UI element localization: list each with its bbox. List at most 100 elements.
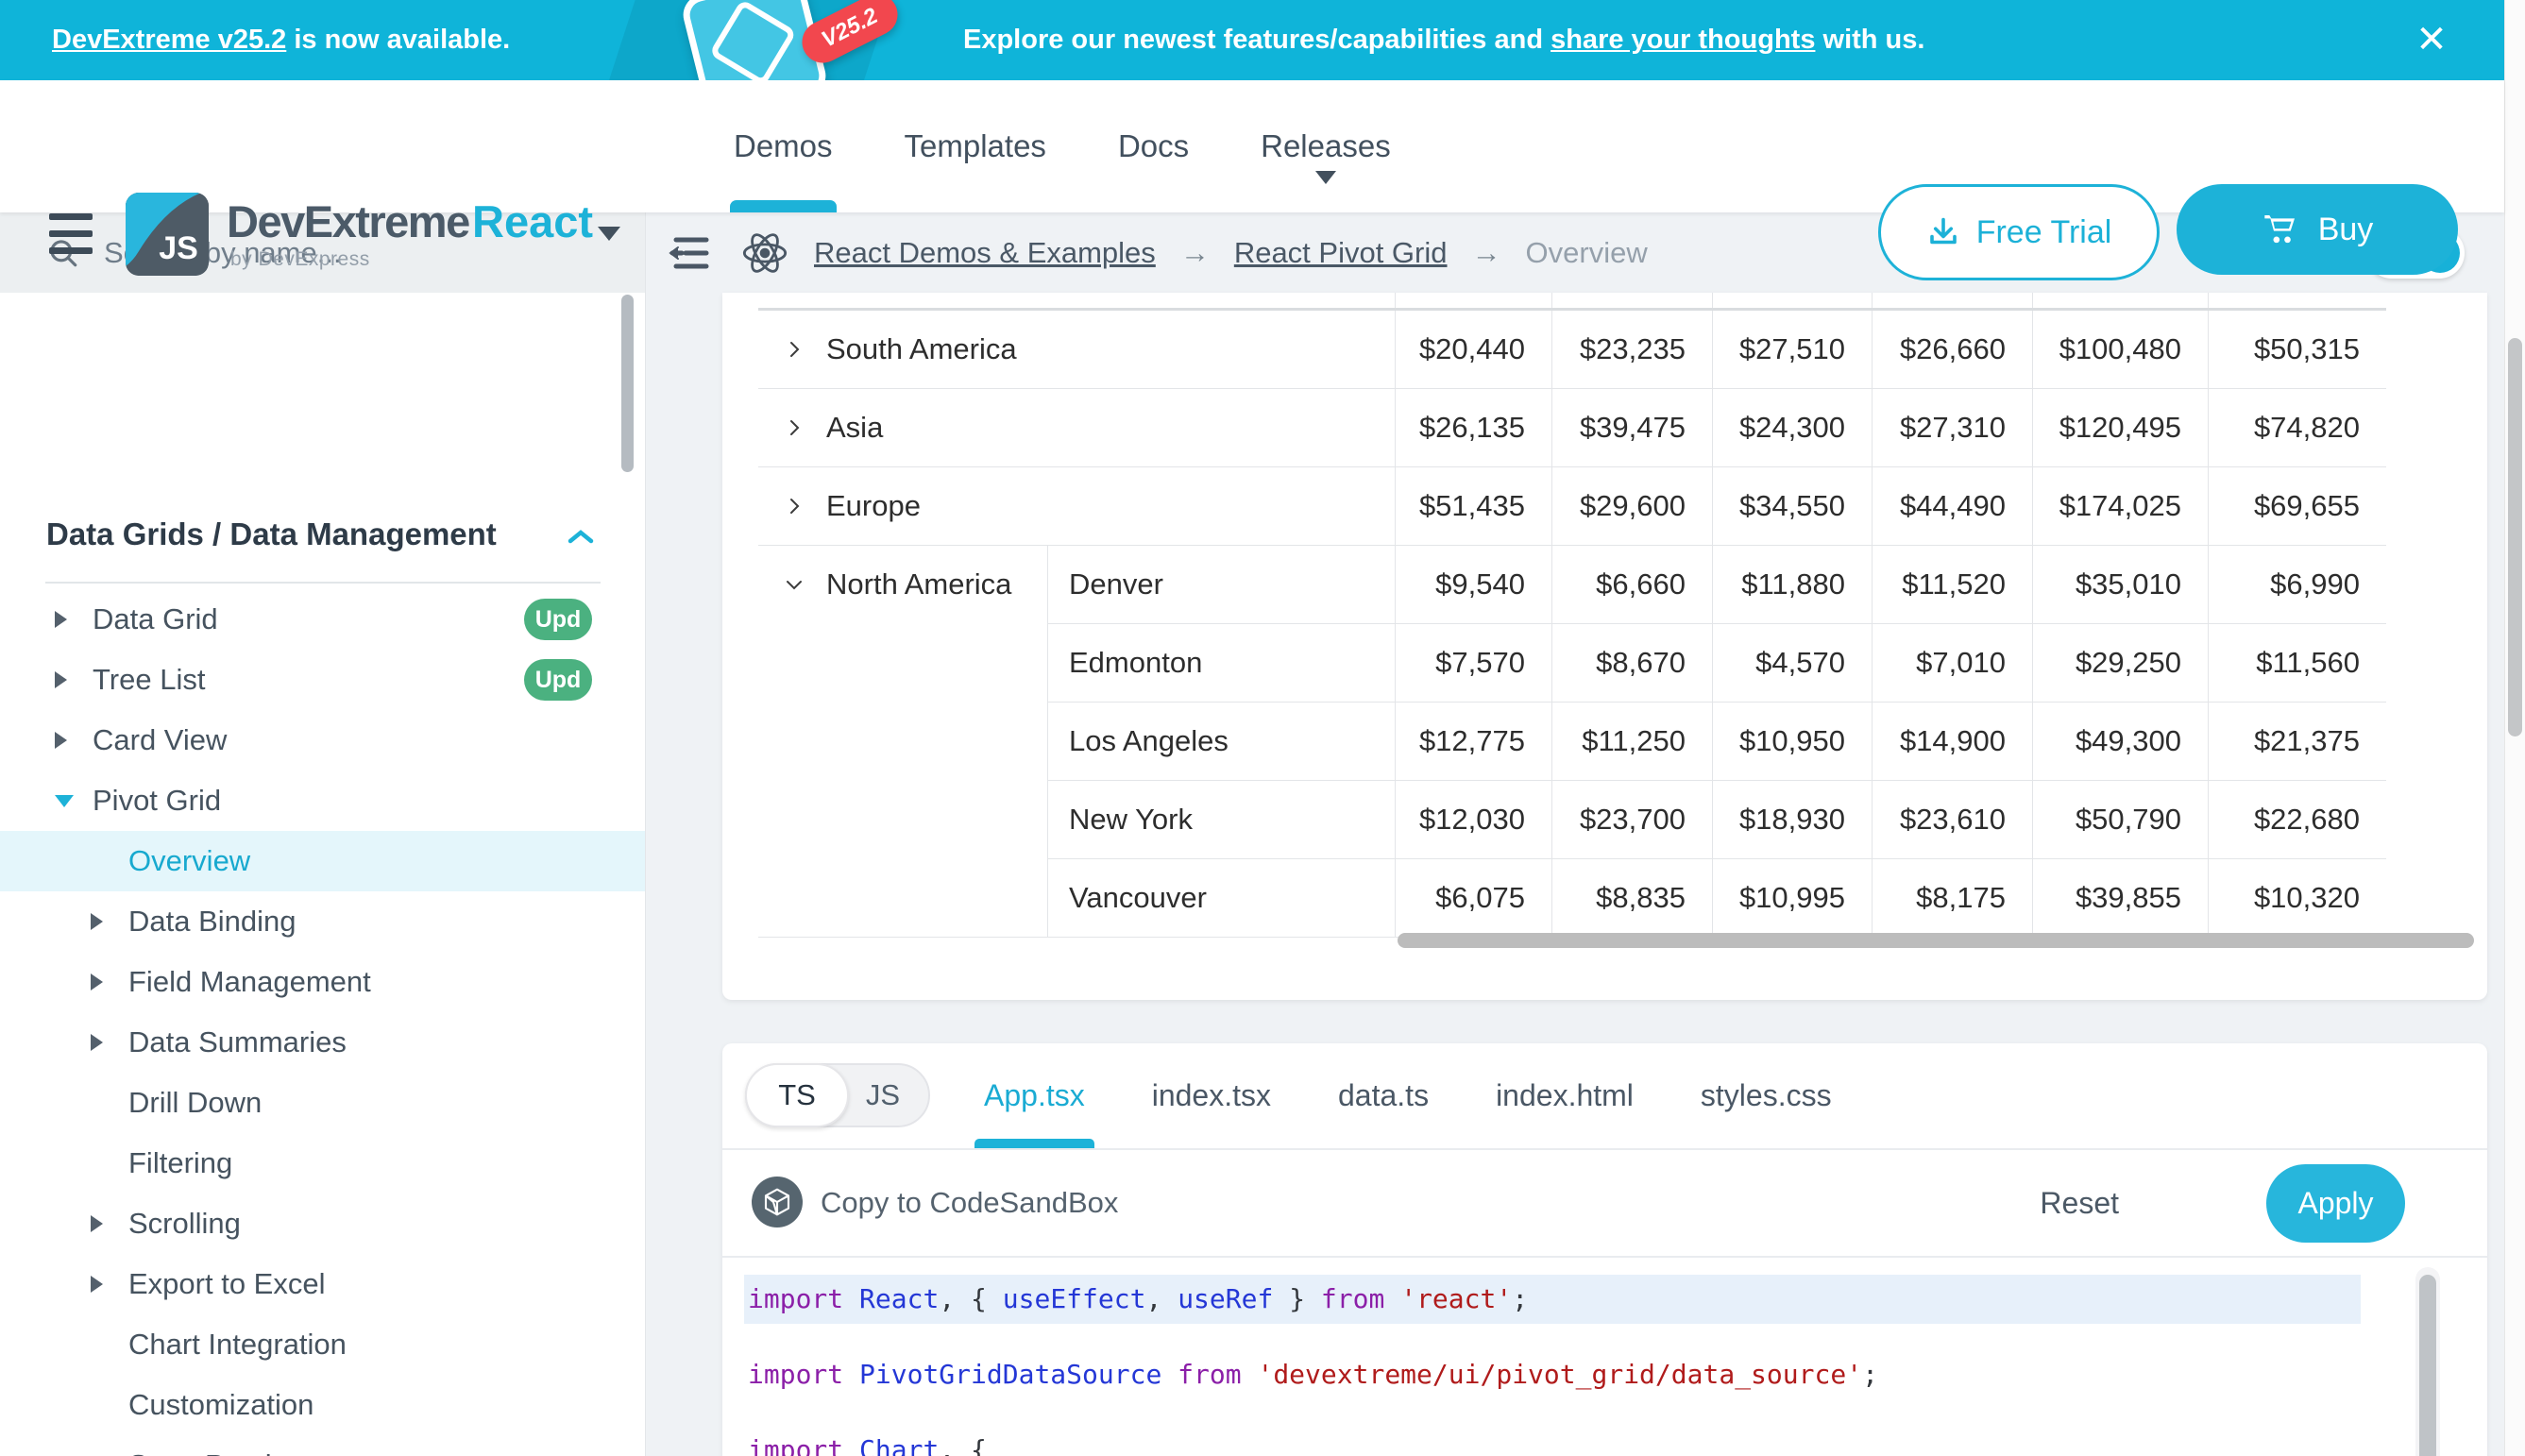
sidebar-scrollbar[interactable] <box>621 295 634 472</box>
triangle-right-icon[interactable] <box>55 732 67 749</box>
sidebar-item-data-binding[interactable]: Data Binding <box>0 891 645 952</box>
tab-index-tsx[interactable]: index.tsx <box>1152 1043 1271 1148</box>
sidebar-item-state-persistence[interactable]: State Persistence <box>0 1435 645 1456</box>
main-content: React Demos & Examples → React Pivot Gri… <box>646 212 2504 1456</box>
triangle-down-icon[interactable] <box>55 795 74 807</box>
tab-index-html[interactable]: index.html <box>1496 1043 1634 1148</box>
brand-name[interactable]: DevExtreme <box>227 195 469 247</box>
sidebar-item-label: Data Summaries <box>128 1025 347 1059</box>
sidebar-item-scrolling[interactable]: Scrolling <box>0 1194 645 1254</box>
code-toolbar: Copy to CodeSandBox Reset Apply <box>722 1150 2487 1258</box>
pivot-row-asia[interactable]: Asia$26,135$39,475$24,300$27,310$120,495… <box>758 389 2386 467</box>
platform-selector[interactable]: React <box>472 195 593 247</box>
tab-App-tsx[interactable]: App.tsx <box>984 1043 1085 1148</box>
pivot-value-cell: $11,520 <box>1872 546 2032 623</box>
chevron-down-icon[interactable] <box>598 227 620 241</box>
free-trial-button[interactable]: Free Trial <box>1878 184 2160 280</box>
language-toggle[interactable]: TS JS <box>745 1063 930 1127</box>
codesandbox-icon[interactable] <box>752 1177 803 1227</box>
pivot-value-cell: $4,570 <box>1712 624 1872 702</box>
pivot-grid-table: South America$20,440$23,235$27,510$26,66… <box>758 293 2386 938</box>
banner-release-text: DevExtreme v25.2 is now available. <box>52 0 510 80</box>
tab-styles-css[interactable]: styles.css <box>1701 1043 1832 1148</box>
banner-message: Explore our newest features/capabilities… <box>963 0 1924 80</box>
code-editor[interactable]: import React, { useEffect, useRef } from… <box>722 1258 2487 1456</box>
pivot-row-expand[interactable]: Asia <box>758 389 1395 466</box>
nav-item-templates[interactable]: Templates <box>905 80 1046 212</box>
sidebar-item-card-view[interactable]: Card View <box>0 710 645 770</box>
pivot-value-cell: $26,660 <box>1872 311 2032 388</box>
sidebar-item-data-grid[interactable]: Data GridUpd <box>0 589 645 650</box>
sidebar-item-drill-down[interactable]: Drill Down <box>0 1073 645 1133</box>
pivot-row-label: Europe <box>826 489 921 523</box>
pivot-row-denver[interactable]: Denver$9,540$6,660$11,880$11,520$35,010$… <box>1048 546 2386 624</box>
code-line: import Chart, { <box>744 1426 2361 1456</box>
ts-option[interactable]: TS <box>745 1063 849 1127</box>
chevron-right-icon[interactable] <box>783 338 805 361</box>
sidebar-item-customization[interactable]: Customization <box>0 1375 645 1435</box>
triangle-right-icon[interactable] <box>55 611 67 628</box>
pivot-value-cell: $174,025 <box>2032 467 2208 545</box>
updated-badge: Upd <box>524 599 592 640</box>
pivot-row-south-america[interactable]: South America$20,440$23,235$27,510$26,66… <box>758 311 2386 389</box>
sidebar-item-label: Filtering <box>128 1146 232 1180</box>
nav-item-demos[interactable]: Demos <box>734 80 833 212</box>
pivot-value-cell: $7,570 <box>1395 624 1551 702</box>
release-link[interactable]: DevExtreme v25.2 <box>52 25 286 55</box>
nav-item-releases[interactable]: Releases <box>1261 80 1391 212</box>
sidebar-item-filtering[interactable]: Filtering <box>0 1133 645 1194</box>
copy-to-codesandbox-button[interactable]: Copy to CodeSandBox <box>821 1150 1118 1256</box>
pivot-row-expand[interactable]: Europe <box>758 467 1395 545</box>
hamburger-menu-icon[interactable] <box>49 212 96 257</box>
pivot-group-collapse[interactable]: North America <box>758 546 1048 937</box>
section-data-grids[interactable]: Data Grids / Data Management <box>46 516 497 552</box>
triangle-right-icon[interactable] <box>91 913 103 930</box>
pivot-row-europe[interactable]: Europe$51,435$29,600$34,550$44,490$174,0… <box>758 467 2386 546</box>
pivot-row-partial <box>758 293 2386 311</box>
pivot-value-cell: $8,670 <box>1551 624 1712 702</box>
triangle-right-icon[interactable] <box>91 973 103 990</box>
chevron-down-icon[interactable] <box>783 573 805 596</box>
devextreme-js-logo[interactable]: JS <box>126 193 209 276</box>
sidebar-item-overview[interactable]: Overview <box>0 831 645 891</box>
sidebar-item-label: Drill Down <box>128 1086 262 1120</box>
sidebar-item-tree-list[interactable]: Tree ListUpd <box>0 650 645 710</box>
top-header: JS DevExtreme by DevExpress React DemosT… <box>0 80 2504 212</box>
breadcrumb-demos-link[interactable]: React Demos & Examples <box>814 236 1156 270</box>
sidebar-item-pivot-grid[interactable]: Pivot Grid <box>0 770 645 831</box>
pivot-row-new-york[interactable]: New York$12,030$23,700$18,930$23,610$50,… <box>1048 781 2386 859</box>
pivot-row-los-angeles[interactable]: Los Angeles$12,775$11,250$10,950$14,900$… <box>1048 703 2386 781</box>
table-horizontal-scrollbar[interactable] <box>1398 933 2474 948</box>
sidebar-item-export-to-excel[interactable]: Export to Excel <box>0 1254 645 1314</box>
close-icon[interactable]: ✕ <box>2403 11 2460 68</box>
sidebar-item-field-management[interactable]: Field Management <box>0 952 645 1012</box>
buy-button[interactable]: Buy <box>2177 184 2458 275</box>
pivot-row-vancouver[interactable]: Vancouver$6,075$8,835$10,995$8,175$39,85… <box>1048 859 2386 937</box>
page-scrollbar-thumb[interactable] <box>2508 338 2522 736</box>
collapse-sidebar-icon[interactable] <box>663 227 716 279</box>
reset-button[interactable]: Reset <box>2040 1150 2119 1256</box>
pivot-row-edmonton[interactable]: Edmonton$7,570$8,670$4,570$7,010$29,250$… <box>1048 624 2386 703</box>
triangle-right-icon[interactable] <box>91 1034 103 1051</box>
pivot-row-label <box>758 293 1395 308</box>
sidebar-item-chart-integration[interactable]: Chart Integration <box>0 1314 645 1375</box>
breadcrumb-pivot-grid-link[interactable]: React Pivot Grid <box>1234 236 1448 270</box>
triangle-right-icon[interactable] <box>91 1276 103 1293</box>
pivot-value-cell: $44,490 <box>1872 467 2032 545</box>
share-thoughts-link[interactable]: share your thoughts <box>1551 25 1815 55</box>
chevron-down-icon[interactable] <box>1315 171 1336 184</box>
nav-item-docs[interactable]: Docs <box>1118 80 1189 212</box>
pivot-row-expand[interactable]: South America <box>758 311 1395 388</box>
triangle-right-icon[interactable] <box>55 671 67 688</box>
chevron-up-icon[interactable] <box>567 528 595 547</box>
chevron-right-icon[interactable] <box>783 416 805 439</box>
js-option[interactable]: JS <box>838 1065 928 1126</box>
tab-data-ts[interactable]: data.ts <box>1338 1043 1429 1148</box>
apply-button[interactable]: Apply <box>2266 1164 2405 1243</box>
triangle-right-icon[interactable] <box>91 1215 103 1232</box>
sidebar-item-data-summaries[interactable]: Data Summaries <box>0 1012 645 1073</box>
code-token: PivotGridDataSource <box>859 1359 1161 1390</box>
code-scrollbar-thumb[interactable] <box>2419 1275 2436 1456</box>
pivot-city-label: Denver <box>1048 546 1395 623</box>
chevron-right-icon[interactable] <box>783 495 805 517</box>
